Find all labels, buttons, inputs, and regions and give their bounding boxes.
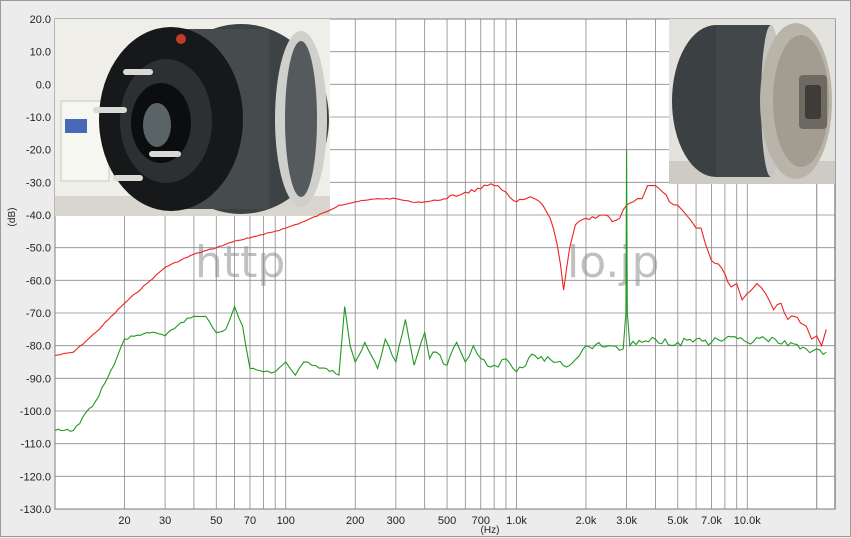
- speaker-photo-rear: [669, 19, 835, 184]
- y-tick-label: -120.0: [20, 471, 51, 483]
- x-tick-label: 200: [346, 515, 364, 527]
- y-tick-label: -10.0: [26, 112, 51, 124]
- y-tick-label: -50.0: [26, 243, 51, 255]
- x-tick-label: 10.0k: [734, 515, 761, 527]
- x-axis-ticks: 20 30 50 70 100 200 300 500 700 1.0k 2.0k 3.0k 5.0k 7…: [118, 515, 761, 527]
- watermark-right: lo.jp: [567, 237, 660, 288]
- y-axis-label: (dB): [7, 208, 18, 227]
- y-tick-label: -130.0: [20, 504, 51, 516]
- x-tick-label: 300: [387, 515, 405, 527]
- frequency-response-chart: http lo.jp 20.0 10.0 0.0 -10.0 -20.0 -30.0 -40…: [7, 14, 836, 536]
- speaker-photo-front: [55, 19, 330, 216]
- y-tick-label: -110.0: [21, 439, 51, 451]
- x-tick-label: 500: [438, 515, 456, 527]
- y-tick-label: -80.0: [26, 341, 51, 353]
- x-tick-label: 5.0k: [667, 515, 688, 527]
- x-tick-label: 70: [244, 515, 256, 527]
- chart-frame: http lo.jp 20.0 10.0 0.0 -10.0 -20.0 -30.0 -40…: [0, 0, 851, 537]
- y-tick-label: -20.0: [26, 145, 51, 157]
- x-axis-label: (Hz): [481, 525, 500, 536]
- y-tick-label: 0.0: [36, 79, 51, 91]
- x-tick-label: 1.0k: [506, 515, 527, 527]
- x-tick-label: 100: [277, 515, 295, 527]
- x-tick-label: 20: [118, 515, 130, 527]
- y-tick-label: 20.0: [30, 14, 51, 26]
- y-tick-label: -100.0: [20, 406, 51, 418]
- x-tick-label: 3.0k: [616, 515, 637, 527]
- watermark-left: http: [195, 237, 285, 288]
- y-tick-label: -60.0: [26, 275, 51, 287]
- x-tick-label: 30: [159, 515, 171, 527]
- x-tick-label: 50: [210, 515, 222, 527]
- y-tick-label: -40.0: [26, 210, 51, 222]
- x-tick-label: 2.0k: [576, 515, 597, 527]
- x-tick-label: 7.0k: [701, 515, 722, 527]
- y-tick-label: -70.0: [26, 308, 51, 320]
- y-axis-ticks: 20.0 10.0 0.0 -10.0 -20.0 -30.0 -40.0 -50.0 -60.…: [20, 14, 51, 516]
- y-tick-label: -30.0: [26, 177, 51, 189]
- y-tick-label: 10.0: [30, 47, 51, 59]
- y-tick-label: -90.0: [26, 373, 51, 385]
